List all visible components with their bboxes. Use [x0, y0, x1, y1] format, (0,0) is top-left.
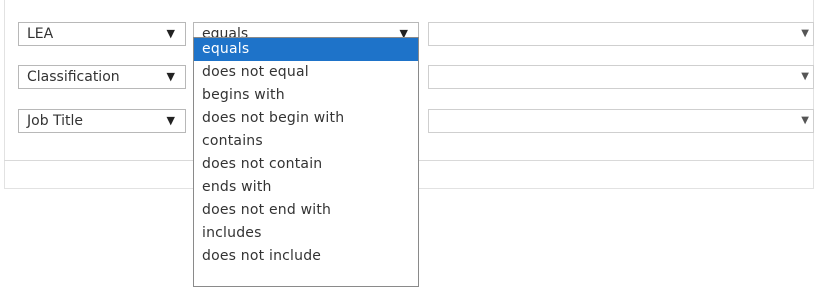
value-select-1[interactable]: ▼	[428, 22, 814, 46]
option-equals[interactable]: equals	[194, 38, 418, 61]
field-select-label: LEA	[27, 26, 54, 42]
dropdown-arrow-icon: ▼	[801, 28, 809, 39]
option-does-not-include[interactable]: does not include	[194, 245, 418, 268]
dropdown-arrow-icon: ▼	[166, 70, 175, 83]
option-does-not-end-with[interactable]: does not end with	[194, 199, 418, 222]
field-select-lea[interactable]: LEA ▼	[18, 22, 186, 46]
option-does-not-equal[interactable]: does not equal	[194, 61, 418, 84]
dropdown-arrow-icon: ▼	[801, 115, 809, 126]
option-includes[interactable]: includes	[194, 222, 418, 245]
option-does-not-contain[interactable]: does not contain	[194, 153, 418, 176]
value-select-2[interactable]: ▼	[428, 65, 814, 89]
option-contains[interactable]: contains	[194, 130, 418, 153]
field-select-job-title[interactable]: Job Title ▼	[18, 109, 186, 133]
field-select-label: Job Title	[27, 113, 84, 129]
field-select-label: Classification	[27, 69, 120, 85]
dropdown-arrow-icon: ▼	[166, 114, 175, 127]
option-begins-with[interactable]: begins with	[194, 84, 418, 107]
option-ends-with[interactable]: ends with	[194, 176, 418, 199]
value-select-3[interactable]: ▼	[428, 109, 814, 133]
operator-dropdown-list: equals does not equal begins with does n…	[193, 37, 419, 287]
dropdown-arrow-icon: ▼	[801, 71, 809, 82]
option-does-not-begin-with[interactable]: does not begin with	[194, 107, 418, 130]
dropdown-arrow-icon: ▼	[166, 27, 175, 40]
field-select-classification[interactable]: Classification ▼	[18, 65, 186, 89]
